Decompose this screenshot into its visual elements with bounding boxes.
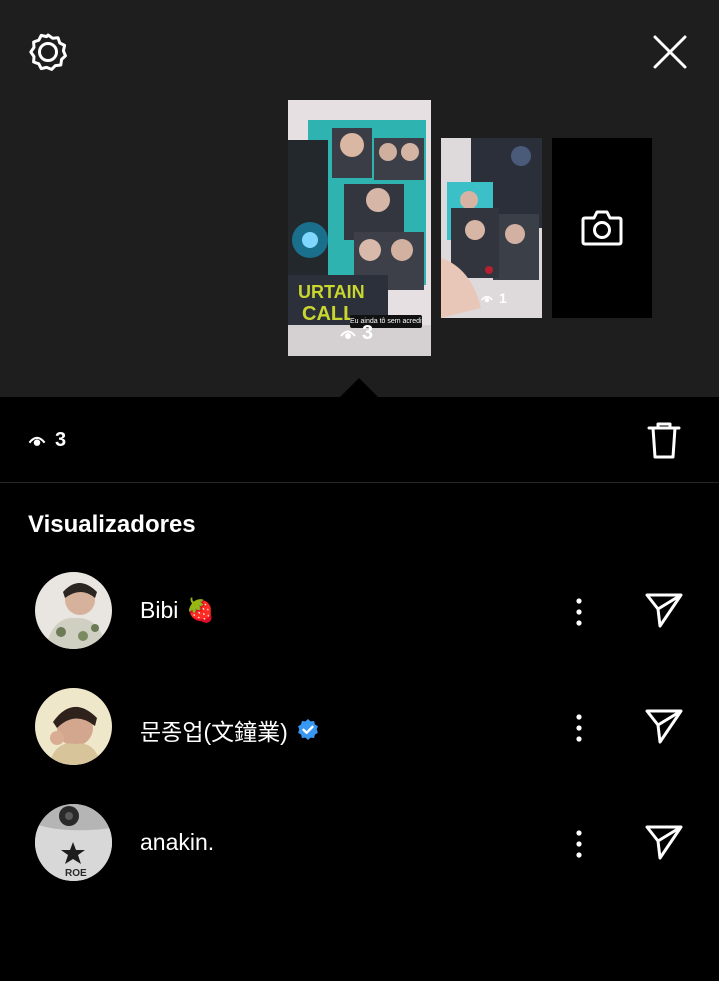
svg-text:ROE: ROE <box>65 868 87 879</box>
more-options-button[interactable] <box>566 824 592 864</box>
avatar[interactable] <box>35 572 112 649</box>
story-thumbnail[interactable]: 1 <box>441 138 542 318</box>
avatar[interactable]: ROE <box>35 804 112 881</box>
selected-story-pointer <box>339 378 379 398</box>
view-count[interactable]: 3 <box>28 429 66 452</box>
avatar-image <box>35 688 112 765</box>
eye-icon <box>340 330 356 339</box>
strawberry-emoji: 🍓 <box>186 598 215 624</box>
story-thumbnail-selected[interactable]: URTAIN CALL Eu ainda tô sem acreditar 3 <box>288 100 431 356</box>
more-options-button[interactable] <box>566 708 592 748</box>
avatar[interactable] <box>35 688 112 765</box>
settings-button[interactable] <box>26 30 70 74</box>
eye-icon <box>28 436 46 446</box>
camera-icon <box>581 210 623 246</box>
more-vertical-icon <box>576 714 582 742</box>
viewer-row[interactable]: Bibi 🍓 <box>0 572 719 652</box>
eye-icon <box>481 295 493 302</box>
send-message-button[interactable] <box>640 820 688 864</box>
send-message-button[interactable] <box>640 704 688 748</box>
verified-badge-icon <box>297 719 318 740</box>
send-icon <box>645 593 683 628</box>
avatar-image: ROE <box>35 804 112 881</box>
more-vertical-icon <box>576 830 582 858</box>
viewer-row[interactable]: ROE anakin. <box>0 804 719 884</box>
more-options-button[interactable] <box>566 592 592 632</box>
more-vertical-icon <box>576 598 582 626</box>
viewer-name[interactable]: anakin. <box>140 829 214 856</box>
story-view-count-value: 1 <box>499 290 507 306</box>
viewer-name[interactable]: 문종업(文鐘業) <box>140 713 320 747</box>
viewer-name[interactable]: Bibi 🍓 <box>140 597 215 624</box>
viewer-username: Bibi <box>140 597 179 623</box>
send-icon <box>645 709 683 744</box>
story-archive-panel: URTAIN CALL Eu ainda tô sem acreditar 3 <box>0 0 719 398</box>
gear-icon <box>29 33 67 71</box>
story-view-count-value: 3 <box>362 322 374 344</box>
send-message-button[interactable] <box>640 588 688 632</box>
viewers-heading: Visualizadores <box>28 511 196 538</box>
trash-icon <box>647 422 681 459</box>
view-count-value: 3 <box>55 429 67 451</box>
send-icon <box>645 825 683 860</box>
viewer-username: 문종업(文鐘業) <box>140 719 288 745</box>
delete-story-button[interactable] <box>644 419 684 461</box>
close-icon <box>653 35 687 69</box>
close-button[interactable] <box>648 30 692 74</box>
story-view-count: 1 <box>481 290 507 306</box>
story-toolbar: 3 <box>0 397 719 483</box>
add-story-button[interactable] <box>552 138 652 318</box>
story-view-count: 3 <box>340 322 373 345</box>
viewer-row[interactable]: 문종업(文鐘業) <box>0 688 719 768</box>
svg-text:URTAIN: URTAIN <box>298 282 365 302</box>
avatar-image <box>35 572 112 649</box>
viewer-username: anakin. <box>140 829 215 855</box>
